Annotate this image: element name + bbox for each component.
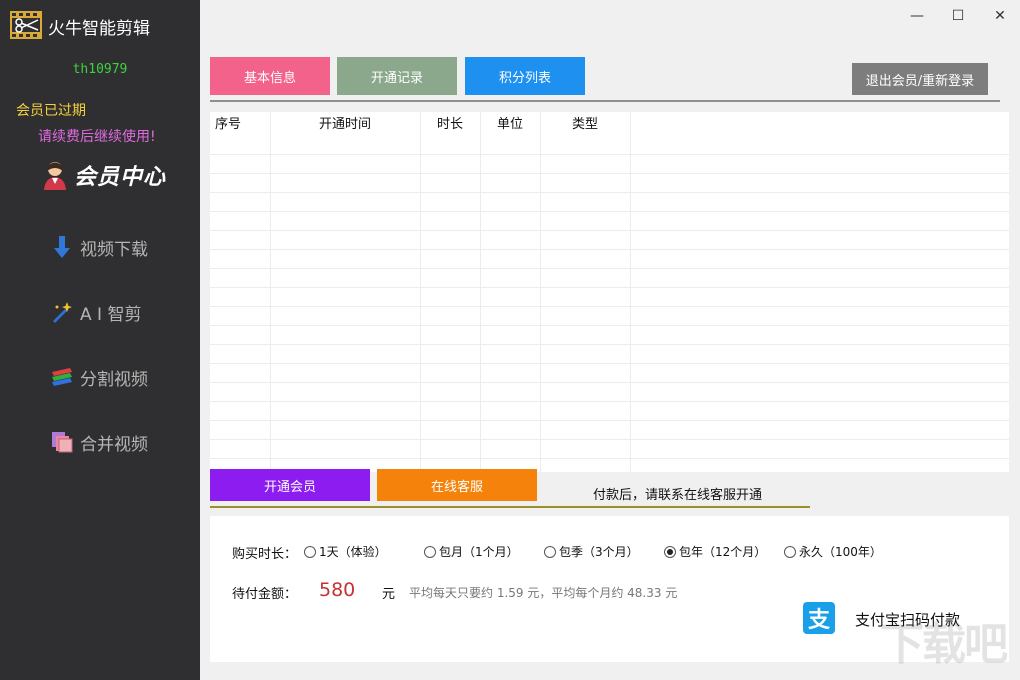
open-member-button[interactable]: 开通会员 (210, 469, 370, 501)
option-label: 永久（100年） (799, 543, 882, 560)
amount-due-value: 580 (319, 579, 355, 601)
row-divider (210, 420, 1009, 421)
option-label: 1天（体验） (319, 543, 387, 560)
amount-due-label: 待付金额： (232, 583, 297, 602)
row-divider (210, 363, 1009, 364)
tab-open-records[interactable]: 开通记录 (337, 57, 457, 95)
radio-icon[interactable] (304, 546, 316, 558)
row-divider (210, 306, 1009, 307)
payment-note: 付款后，请联系在线客服开通 (545, 484, 810, 503)
tab-points-list[interactable]: 积分列表 (465, 57, 585, 95)
alipay-icon[interactable]: 支 (803, 602, 835, 634)
column-divider (480, 112, 481, 472)
nav-label: 合并视频 (80, 430, 148, 455)
maximize-button[interactable]: ☐ (943, 6, 973, 26)
row-divider (210, 268, 1009, 269)
row-divider (210, 211, 1009, 212)
column-header-type: 类型 (540, 112, 630, 138)
column-header-open-time: 开通时间 (270, 112, 420, 138)
duration-option-yearly[interactable]: 包年（12个月） (664, 543, 766, 560)
member-center-header: 会员中心 (42, 158, 166, 192)
duration-option-quarterly[interactable]: 包季（3个月） (544, 543, 639, 560)
option-label: 包季（3个月） (559, 543, 639, 560)
nav-label: 视频下载 (80, 235, 148, 260)
row-divider (210, 458, 1009, 459)
row-divider (210, 230, 1009, 231)
renew-hint: 请续费后继续使用! (38, 126, 156, 146)
option-label: 包月（1个月） (439, 543, 519, 560)
username: th10979 (0, 62, 200, 77)
column-divider (420, 112, 421, 472)
option-label: 包年（12个月） (679, 543, 766, 560)
column-header-duration: 时长 (420, 112, 480, 138)
download-arrow-icon (50, 235, 74, 259)
row-divider (210, 439, 1009, 440)
row-divider (210, 287, 1009, 288)
online-service-button[interactable]: 在线客服 (377, 469, 537, 501)
nav-video-download[interactable]: 视频下载 (50, 232, 148, 262)
duration-option-monthly[interactable]: 包月（1个月） (424, 543, 519, 560)
action-divider (210, 506, 810, 508)
column-divider (270, 112, 271, 472)
nav-ai-edit[interactable]: A I 智剪 (50, 297, 141, 327)
row-divider (210, 173, 1009, 174)
row-divider (210, 154, 1009, 155)
logout-relogin-button[interactable]: 退出会员/重新登录 (852, 63, 988, 95)
split-layers-icon (50, 365, 74, 389)
row-divider (210, 344, 1009, 345)
member-center-label: 会员中心 (74, 159, 166, 191)
row-divider (210, 192, 1009, 193)
nav-label: 分割视频 (80, 365, 148, 390)
records-table: 序号 开通时间 时长 单位 类型 (210, 112, 1009, 472)
member-avatar-icon (42, 160, 68, 190)
merge-stack-icon (50, 430, 74, 454)
amount-currency-unit: 元 (382, 583, 395, 602)
duration-option-permanent[interactable]: 永久（100年） (784, 543, 882, 560)
nav-split-video[interactable]: 分割视频 (50, 362, 148, 392)
membership-status: 会员已过期 (16, 100, 86, 120)
radio-icon[interactable] (784, 546, 796, 558)
row-divider (210, 325, 1009, 326)
purchase-duration-label: 购买时长： (232, 543, 297, 562)
column-divider (630, 112, 631, 472)
row-divider (210, 249, 1009, 250)
close-button[interactable]: ✕ (985, 6, 1015, 26)
tab-divider (210, 100, 1000, 102)
nav-label: A I 智剪 (80, 300, 141, 325)
nav-merge-video[interactable]: 合并视频 (50, 427, 148, 457)
radio-icon[interactable] (424, 546, 436, 558)
app-title: 火牛智能剪辑 (48, 14, 150, 39)
minimize-button[interactable]: — (902, 6, 932, 26)
radio-checked-icon[interactable] (664, 546, 676, 558)
average-price-text: 平均每天只要约 1.59 元，平均每个月约 48.33 元 (409, 584, 677, 601)
duration-option-1day[interactable]: 1天（体验） (304, 543, 387, 560)
sidebar: 火牛智能剪辑 th10979 会员已过期 请续费后继续使用! 会员中心 视频下载… (0, 0, 200, 680)
column-header-unit: 单位 (480, 112, 540, 138)
ai-wand-icon (50, 300, 74, 324)
radio-icon[interactable] (544, 546, 556, 558)
table-header: 序号 开通时间 时长 单位 类型 (210, 112, 1009, 138)
tab-basic-info[interactable]: 基本信息 (210, 57, 330, 95)
film-scissors-icon (10, 11, 42, 39)
column-divider (540, 112, 541, 472)
column-header-index: 序号 (210, 112, 246, 138)
row-divider (210, 382, 1009, 383)
site-watermark: 下载吧 (880, 608, 1006, 672)
row-divider (210, 401, 1009, 402)
